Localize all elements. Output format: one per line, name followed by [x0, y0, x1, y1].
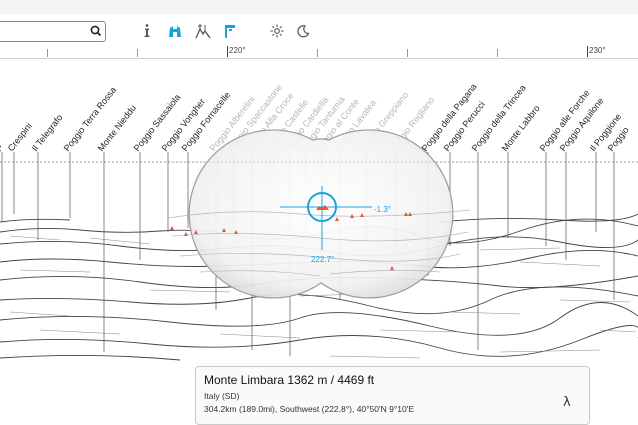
compass-scale: 220° 230°: [0, 46, 638, 59]
peak-title: Monte Limbara 1362 m / 4469 ft: [204, 373, 374, 387]
peak-marker[interactable]: [170, 226, 174, 230]
compass-minor-tick: [317, 49, 318, 57]
info-icon[interactable]: [138, 22, 156, 40]
flag-icon[interactable]: [221, 22, 239, 40]
compass-label-230: 230°: [589, 46, 606, 55]
compass-major-tick: [587, 46, 588, 57]
binoculars-icon[interactable]: [166, 22, 184, 40]
lambda-icon[interactable]: λ: [563, 395, 577, 411]
peak-label[interactable]: Poggio della Trincea: [470, 83, 528, 153]
moon-icon[interactable]: [294, 22, 312, 40]
compass-minor-tick: [47, 49, 48, 57]
search-input[interactable]: [1, 24, 85, 41]
bearing-label: 222.7°: [311, 255, 334, 264]
peak-country: Italy (SD): [204, 391, 240, 401]
search-box[interactable]: [0, 21, 106, 42]
peaks-labels-icon[interactable]: [194, 22, 212, 40]
compass-minor-tick: [407, 49, 408, 57]
window-top-strip: [0, 0, 638, 15]
peak-label[interactable]: Poggio Sassaiola: [132, 92, 183, 153]
peak-info-panel[interactable]: Monte Limbara 1362 m / 4469 ft Italy (SD…: [195, 366, 590, 425]
peak-label[interactable]: Il Telegrafo: [30, 113, 65, 154]
compass-minor-tick: [137, 49, 138, 57]
elevation-angle-label: -1.3°: [374, 205, 391, 214]
peak-name: Monte Limbara: [204, 373, 285, 387]
search-icon[interactable]: [89, 24, 103, 38]
sun-icon[interactable]: [268, 22, 286, 40]
peak-label[interactable]: P: [0, 142, 5, 153]
peak-details: 304.2km (189.0mi), Southwest (222.8°), 4…: [204, 404, 414, 414]
peak-height: 1362 m / 4469 ft: [287, 373, 375, 387]
panorama-view[interactable]: P CrespiniIl TelegrafoPoggio Terra RossaM…: [0, 59, 638, 366]
compass-minor-tick: [497, 49, 498, 57]
compass-label-220: 220°: [229, 46, 246, 55]
compass-major-tick: [227, 46, 228, 57]
peak-marker[interactable]: [184, 232, 188, 236]
peak-label[interactable]: Crespini: [6, 121, 34, 153]
